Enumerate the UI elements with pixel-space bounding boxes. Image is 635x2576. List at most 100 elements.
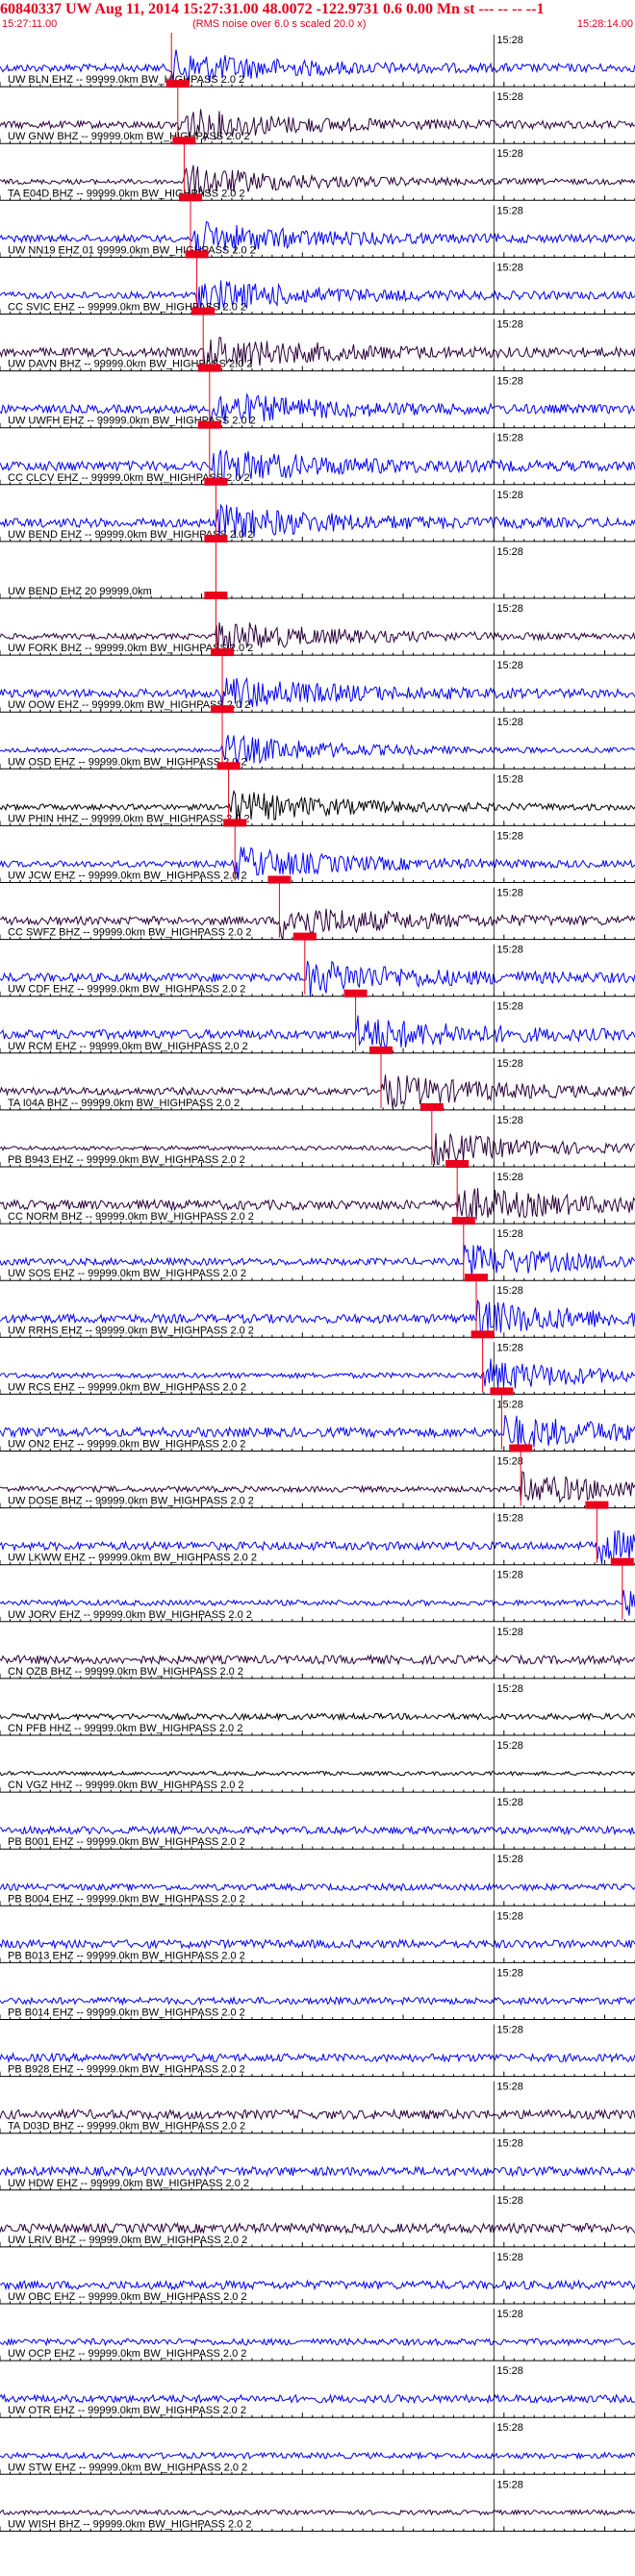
end-time: 15:28:14.00: [576, 18, 633, 30]
trace-row: 15:28 UW HDW EHZ -- 99999.0km BW_HIGHPASS…: [0, 2137, 635, 2191]
station-label: UW WISH BHZ -- 99999.0km BW_HIGHPASS 2.0…: [8, 2518, 251, 2530]
waveform: [0, 2164, 635, 2178]
waveform: [0, 2052, 635, 2064]
pick-marker: [204, 592, 228, 599]
minute-label: 15:28: [496, 376, 523, 388]
pick-marker: [509, 1444, 533, 1452]
trace-row: 15:28 UW JORV EHZ -- 99999.0km BW_HIGHPAS…: [0, 1557, 635, 1623]
station-label: UW DOSE BHZ -- 99999.0km BW_HIGHPASS 2.0…: [8, 1496, 254, 1507]
station-label: UW JORV EHZ -- 99999.0km BW_HIGHPASS 2.0…: [8, 1609, 252, 1621]
waveform: [0, 2108, 635, 2121]
station-label: PB B928 EHZ -- 99999.0km BW_HIGHPASS 2.0…: [8, 2064, 245, 2076]
minute-label: 15:28: [496, 35, 523, 46]
waveform: [0, 2393, 635, 2405]
trace-row: 15:28UW BEND EHZ -- 99999.0km BW_HIGHPAS…: [0, 477, 635, 543]
trace-row: 15:28 UW STW EHZ -- 99999.0km BW_HIGHPASS…: [0, 2422, 635, 2475]
pick-marker: [211, 648, 234, 657]
pick-marker: [445, 1160, 470, 1168]
station-label: CN OZB BHZ -- 99999.0km BW_HIGHPASS 2.0 …: [8, 1666, 243, 1678]
minute-label: 15:28: [496, 1399, 523, 1410]
trace-row: 15:28 PB B943 EHZ -- 99999.0km BW_HIGHPAS…: [0, 1102, 635, 1168]
minute-label: 15:28: [496, 148, 523, 160]
waveform: [0, 1654, 635, 1666]
station-label: PB B013 EHZ -- 99999.0km BW_HIGHPASS 2.0…: [8, 1950, 245, 1961]
minute-label: 15:28: [496, 1115, 523, 1126]
pick-marker: [292, 932, 317, 941]
trace-row: 15:28 CN PFB HHZ -- 99999.0km BW_HIGHPASS…: [0, 1682, 635, 1736]
pick-marker: [451, 1217, 475, 1225]
waveform: [0, 1770, 635, 1777]
trace-row: 15:28 UW RCM EHZ -- 99999.0km BW_HIGHPASS…: [0, 989, 635, 1054]
minute-label: 15:28: [496, 888, 523, 899]
trace-row: 15:28 UW PHIN HHZ -- 99999.0km BW_HIGHPAS…: [0, 762, 635, 826]
trace-row: 15:28 PB B928 EHZ -- 99999.0km BW_HIGHPAS…: [0, 2024, 635, 2078]
waveform: [0, 2221, 635, 2235]
pick-marker: [211, 705, 234, 714]
pick-marker: [204, 534, 228, 543]
trace-row: 15:28 UW OTR EHZ -- 99999.0km BW_HIGHPASS…: [0, 2365, 635, 2418]
station-label: UW RCS EHZ -- 99999.0km BW_HIGHPASS 2.0 …: [8, 1381, 246, 1393]
station-label: TA D03D BHZ -- 99999.0km BW_HIGHPASS 2.0…: [8, 2121, 245, 2133]
waveform: [0, 2336, 635, 2347]
pick-marker: [179, 193, 202, 202]
station-label: UW OTR EHZ -- 99999.0km BW_HIGHPASS 2.0 …: [8, 2405, 246, 2416]
station-label: UW SOS EHZ -- 99999.0km BW_HIGHPASS 2.0 …: [8, 1268, 246, 1279]
trace-row: 15:28 TA D03D BHZ -- 99999.0km BW_HIGHPAS…: [0, 2081, 635, 2134]
minute-label: 15:28: [496, 2025, 523, 2036]
station-label: UW ON2 EHZ -- 99999.0km BW_HIGHPASS 2.0 …: [8, 1439, 245, 1451]
station-label: UW HDW EHZ -- 99999.0km BW_HIGHPASS 2.0 …: [8, 2178, 249, 2189]
trace-row: 15:28 UW LKWW EHZ -- 99999.0km BW_HIGHPAS…: [0, 1501, 635, 1566]
station-label: UW JCW EHZ -- 99999.0km BW_HIGHPASS 2.0 …: [8, 871, 247, 882]
trace-row: 15:28 TA E04D BHZ -- 99999.0km BW_HIGHPAS…: [0, 137, 635, 201]
station-label: UW RCM EHZ -- 99999.0km BW_HIGHPASS 2.0 …: [8, 1041, 248, 1052]
station-label: UW CDF EHZ -- 99999.0km BW_HIGHPASS 2.0 …: [8, 984, 245, 996]
minute-label: 15:28: [496, 546, 523, 558]
minute-label: 15:28: [496, 319, 523, 331]
record-title: 60840337 UW Aug 11, 2014 15:27:31.00 48.…: [0, 0, 635, 18]
minute-label: 15:28: [496, 433, 523, 444]
waveform: [0, 1825, 635, 1836]
pick-marker: [223, 819, 247, 827]
minute-label: 15:28: [496, 2082, 523, 2093]
pick-marker: [204, 477, 228, 486]
pick-marker: [216, 762, 241, 770]
station-label: PB B001 EHZ -- 99999.0km BW_HIGHPASS 2.0…: [8, 1836, 245, 1848]
minute-label: 15:28: [496, 1910, 523, 1922]
trace-row: 15:28 CN VGZ HHZ -- 99999.0km BW_HIGHPASS…: [0, 1740, 635, 1793]
trace-row: 15:28 UW WISH BHZ -- 99999.0km BW_HIGHPAS…: [0, 2479, 635, 2532]
minute-label: 15:28: [496, 2309, 523, 2320]
minute-label: 15:28: [496, 945, 523, 956]
trace-row: 15:28UW DAVN BHZ -- 99999.0km BW_HIGHPAS…: [0, 307, 635, 372]
station-label: CN VGZ HHZ -- 99999.0km BW_HIGHPASS 2.0 …: [8, 1780, 244, 1791]
pick-marker: [369, 1046, 393, 1054]
minute-label: 15:28: [496, 1797, 523, 1808]
trace-row: 15:28 CN OZB BHZ -- 99999.0km BW_HIGHPASS…: [0, 1626, 635, 1679]
minute-label: 15:28: [496, 205, 523, 216]
minute-label: 15:28: [496, 1627, 523, 1638]
station-label: TA E04D BHZ -- 99999.0km BW_HIGHPASS 2.0…: [8, 188, 245, 199]
minute-label: 15:28: [496, 2138, 523, 2150]
station-label: UW NN19 EHZ 01 99999.0km BW_HIGHPASS 2.0…: [8, 244, 256, 256]
station-label: UW LKWW EHZ -- 99999.0km BW_HIGHPASS 2.0…: [8, 1553, 257, 1564]
pick-marker: [197, 364, 221, 372]
station-label: UW PHIN HHZ -- 99999.0km BW_HIGHPASS 2.0…: [8, 813, 250, 824]
station-label: CN PFB HHZ -- 99999.0km BW_HIGHPASS 2.0 …: [8, 1723, 242, 1734]
pick-marker: [610, 1557, 634, 1566]
minute-label: 15:28: [496, 1001, 523, 1013]
minute-label: 15:28: [496, 2195, 523, 2207]
minute-label: 15:28: [496, 660, 523, 671]
trace-row: 15:28 PB B013 EHZ -- 99999.0km BW_HIGHPAS…: [0, 1910, 635, 1963]
trace-row: 15:28 CC SWFZ BHZ -- 99999.0km BW_HIGHPAS…: [0, 875, 635, 941]
station-label: CC NORM BHZ -- 99999.0km BW_HIGHPASS 2.0…: [8, 1211, 254, 1223]
pick-marker: [172, 137, 196, 145]
trace-row: 15:28 UW GNW BHZ -- 99999.0km BW_HIGHPASS…: [0, 80, 635, 144]
trace-row: 15:28 UW JCW EHZ -- 99999.0km BW_HIGHPASS…: [0, 819, 635, 883]
trace-row: 15:28 TA I04A BHZ -- 99999.0km BW_HIGHPAS…: [0, 1046, 635, 1111]
trace-row: 15:28 UW DOSE BHZ -- 99999.0km BW_HIGHPAS…: [0, 1444, 635, 1509]
minute-label: 15:28: [496, 1740, 523, 1752]
trace-row: 15:28UW FORK BHZ -- 99999.0km BW_HIGHPAS…: [0, 592, 635, 656]
minute-label: 15:28: [496, 262, 523, 273]
minute-label: 15:28: [496, 1058, 523, 1070]
minute-label: 15:28: [496, 490, 523, 501]
pick-marker: [470, 1330, 495, 1339]
